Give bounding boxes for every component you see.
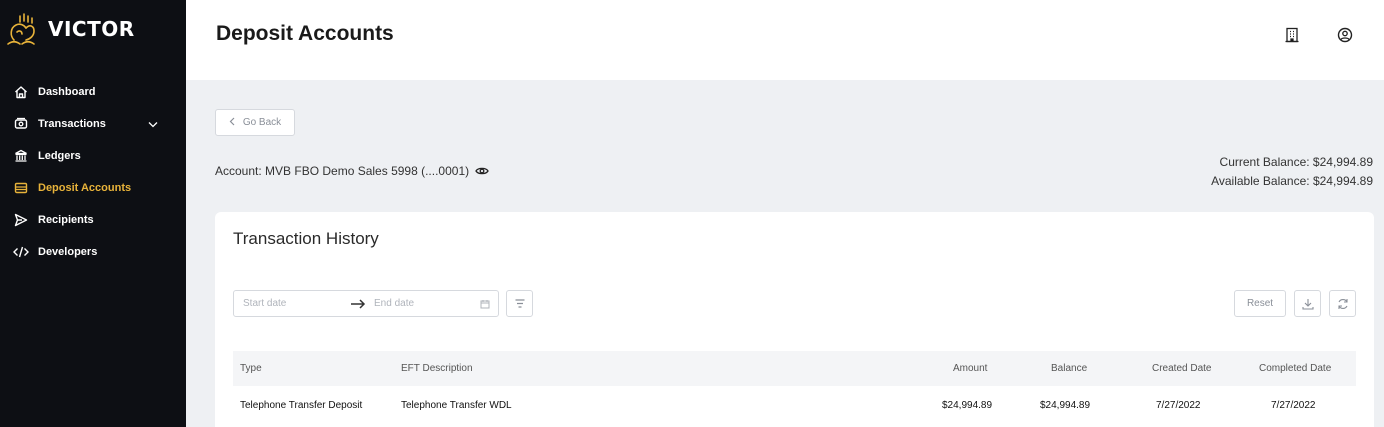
bank-icon <box>13 148 29 164</box>
sidebar-item-label: Deposit Accounts <box>38 182 132 194</box>
sidebar-item-label: Recipients <box>38 214 94 226</box>
column-header-type[interactable]: Type <box>240 363 262 374</box>
user-circle-icon[interactable] <box>1336 26 1354 44</box>
available-balance: Available Balance: $24,994.89 <box>1211 174 1373 188</box>
cell-type: Telephone Transfer Deposit <box>240 399 363 411</box>
account-info: Account: MVB FBO Demo Sales 5998 (....00… <box>215 164 489 178</box>
chevron-down-icon[interactable] <box>148 121 158 128</box>
column-header-created-date[interactable]: Created Date <box>1152 363 1211 374</box>
start-date-input[interactable]: Start date <box>234 298 346 309</box>
end-date-input[interactable]: End date <box>370 298 472 309</box>
sidebar-item-label: Ledgers <box>38 150 81 162</box>
brand-name: VICTOR <box>48 17 135 41</box>
sidebar-item-label: Dashboard <box>38 86 96 98</box>
cell-balance: $24,994.89 <box>1040 399 1091 411</box>
cell-description: Telephone Transfer WDL <box>401 399 512 411</box>
column-header-amount[interactable]: Amount <box>953 363 987 374</box>
cell-created-date: 7/27/2022 <box>1156 399 1201 411</box>
table-row[interactable]: Telephone Transfer Deposit Telephone Tra… <box>233 386 1356 424</box>
refresh-button[interactable] <box>1329 290 1356 317</box>
transactions-table: Type EFT Description Amount Balance Crea… <box>233 351 1356 424</box>
column-header-balance[interactable]: Balance <box>1051 363 1087 374</box>
calendar-icon[interactable] <box>472 299 498 309</box>
money-icon <box>13 116 29 132</box>
sidebar-item-transactions[interactable]: Transactions <box>0 108 186 140</box>
current-balance: Current Balance: $24,994.89 <box>1219 155 1373 169</box>
table-header: Type EFT Description Amount Balance Crea… <box>233 351 1356 386</box>
lion-logo-icon <box>7 13 35 45</box>
go-back-label: Go Back <box>242 117 282 128</box>
sidebar-item-label: Developers <box>38 246 98 258</box>
eye-icon[interactable] <box>475 166 489 176</box>
download-button[interactable] <box>1294 290 1321 317</box>
column-header-completed-date[interactable]: Completed Date <box>1259 363 1331 374</box>
reset-button[interactable]: Reset <box>1234 290 1286 317</box>
account-label: Account: MVB FBO Demo Sales 5998 (....00… <box>215 164 470 178</box>
transaction-history-card: Transaction History Start date End date … <box>215 212 1374 427</box>
sidebar-item-developers[interactable]: Developers <box>0 236 186 268</box>
wallet-icon <box>13 180 29 196</box>
code-icon <box>13 244 29 260</box>
sidebar-item-ledgers[interactable]: Ledgers <box>0 140 186 172</box>
filter-button[interactable] <box>506 290 533 317</box>
sidebar-item-label: Transactions <box>38 118 106 130</box>
building-icon[interactable] <box>1283 26 1301 44</box>
home-icon <box>13 84 29 100</box>
cell-completed-date: 7/27/2022 <box>1271 399 1316 411</box>
brand-logo[interactable]: VICTOR <box>4 10 135 48</box>
page-title: Deposit Accounts <box>216 22 394 45</box>
arrow-right-icon <box>346 298 370 309</box>
column-header-description[interactable]: EFT Description <box>401 363 473 374</box>
sidebar-item-deposit-accounts[interactable]: Deposit Accounts <box>0 172 186 204</box>
sidebar: VICTOR Dashboard Transactions Ledgers De… <box>0 0 186 427</box>
top-header: Deposit Accounts <box>186 0 1384 80</box>
sidebar-item-recipients[interactable]: Recipients <box>0 204 186 236</box>
refresh-icon <box>1337 298 1349 310</box>
send-icon <box>13 212 29 228</box>
go-back-button[interactable]: Go Back <box>215 109 295 136</box>
download-icon <box>1301 298 1314 310</box>
balances: Current Balance: $24,994.89 Available Ba… <box>1211 153 1373 191</box>
date-range-picker[interactable]: Start date End date <box>233 290 499 317</box>
section-title: Transaction History <box>233 229 379 248</box>
cell-amount: $24,994.89 <box>942 399 993 411</box>
filter-icon <box>515 299 525 308</box>
sidebar-item-dashboard[interactable]: Dashboard <box>0 76 186 108</box>
chevron-left-icon <box>229 117 235 129</box>
sidebar-nav: Dashboard Transactions Ledgers Deposit A… <box>0 76 186 268</box>
